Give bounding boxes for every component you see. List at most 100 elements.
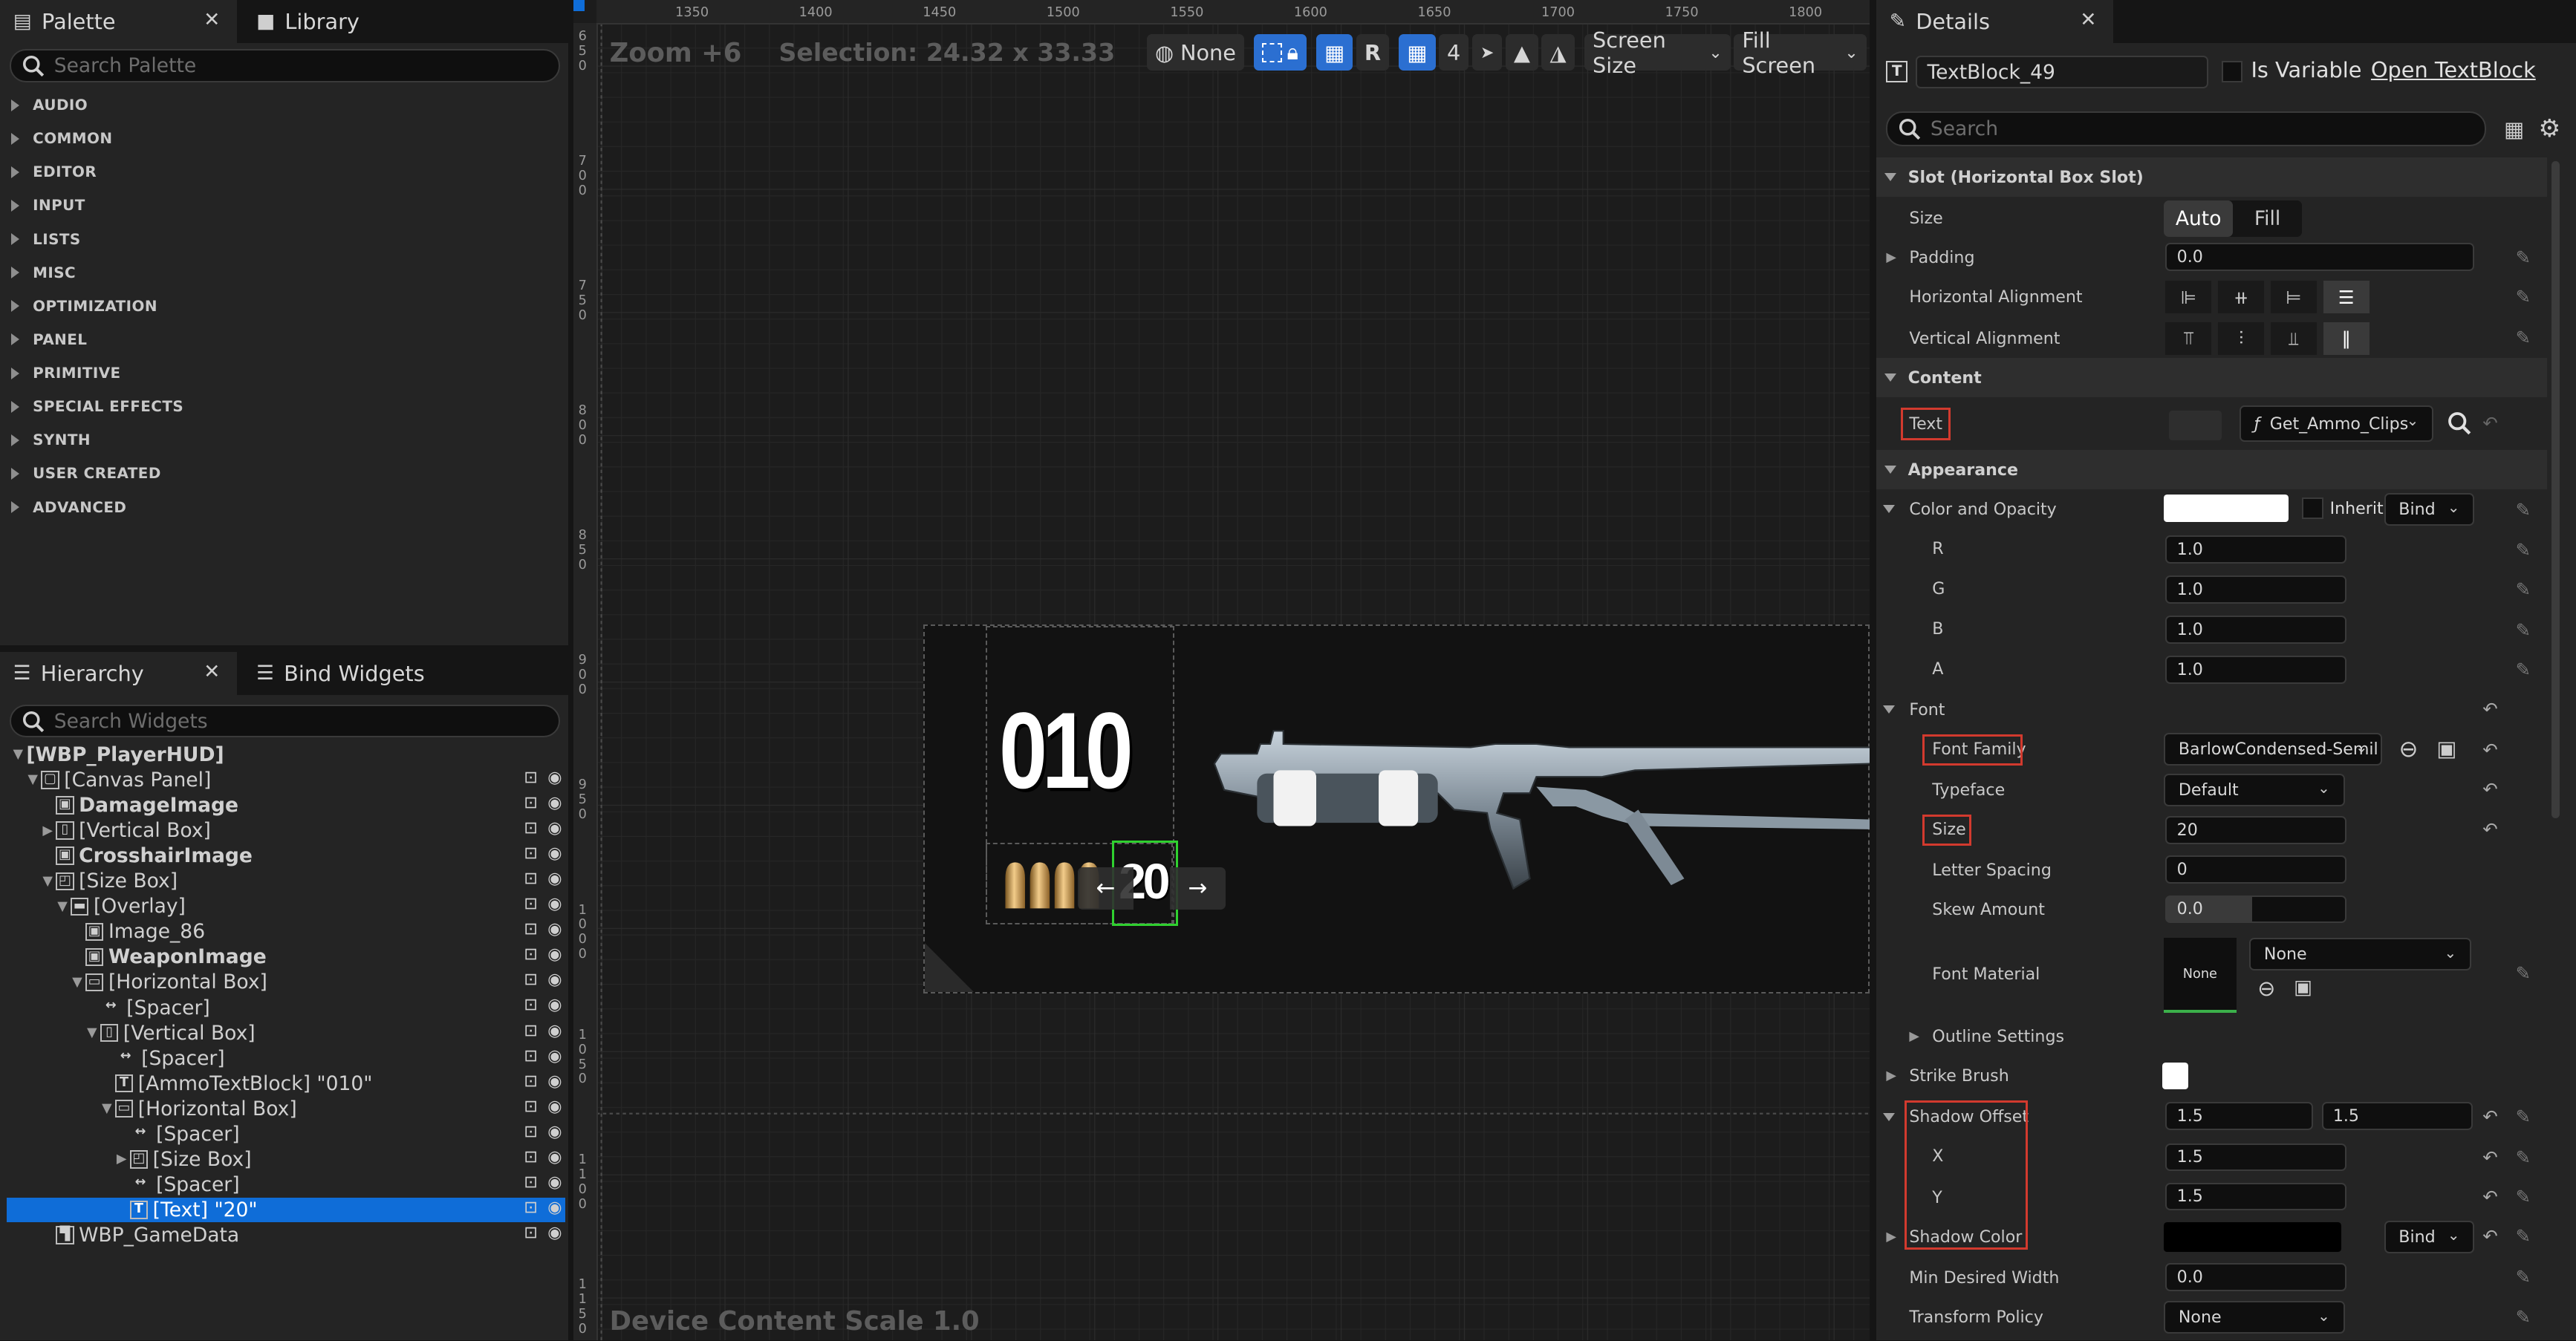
eye-icon[interactable]: ◉	[547, 894, 562, 913]
tree-expand-icon[interactable]: ▶	[39, 823, 56, 838]
tree-row[interactable]: ▣ Image_86 ⊡ ◉	[7, 919, 565, 944]
pin-icon[interactable]: ✎	[2516, 1225, 2531, 1247]
close-icon[interactable]: ✕	[2080, 8, 2096, 31]
eye-icon[interactable]: ◉	[547, 1021, 562, 1040]
tree-row[interactable]: ▜ WBP_GameData ⊡ ◉	[7, 1223, 565, 1247]
eye-icon[interactable]: ◉	[547, 1071, 562, 1091]
tree-row[interactable]: ↔ [Spacer] ⊡ ◉	[7, 1172, 565, 1197]
align-left-button[interactable]: ⊫	[2165, 281, 2212, 314]
pin-icon[interactable]: ✎	[2516, 659, 2531, 680]
color-bind-dropdown[interactable]: Bind ⌄	[2384, 492, 2475, 526]
unlock-icon[interactable]: ⊡	[524, 1198, 538, 1217]
color-b-field[interactable]: 1.0	[2165, 616, 2346, 644]
valign-bottom-button[interactable]: ⫫	[2270, 322, 2317, 355]
eye-icon[interactable]: ◉	[547, 793, 562, 812]
hierarchy-search-input[interactable]	[53, 709, 492, 733]
reset-icon[interactable]: ↶	[2482, 1146, 2497, 1168]
hierarchy-search[interactable]	[10, 704, 561, 738]
layout-button[interactable]: ▦	[1316, 34, 1353, 71]
tree-row[interactable]: ▼ ▢ [Canvas Panel] ⊡ ◉	[7, 768, 565, 792]
details-search-input[interactable]	[1930, 117, 2408, 141]
size-auto-button[interactable]: Auto	[2164, 200, 2234, 237]
palette-category[interactable]: INPUT	[0, 189, 567, 222]
expand-icon[interactable]: ▶	[1886, 250, 1896, 265]
table-view-icon[interactable]: ▦	[2504, 117, 2524, 142]
pin-icon[interactable]: ✎	[2516, 619, 2531, 641]
tree-expand-icon[interactable]: ▼	[25, 772, 41, 787]
unlock-icon[interactable]: ⊡	[524, 944, 538, 964]
details-search[interactable]	[1886, 111, 2486, 146]
unlock-icon[interactable]: ⊡	[524, 1147, 538, 1167]
image-mode-button[interactable]: ▲	[1505, 34, 1539, 71]
pin-icon[interactable]: ✎	[2516, 286, 2531, 307]
expand-icon[interactable]: ▶	[1886, 1068, 1896, 1083]
widget-name-field[interactable]: TextBlock_49	[1916, 56, 2208, 89]
reset-icon[interactable]: ↶	[2482, 1106, 2497, 1127]
reset-icon[interactable]: ↶	[2482, 412, 2497, 434]
is-variable-checkbox[interactable]	[2221, 60, 2243, 82]
tree-expand-icon[interactable]: ▼	[54, 899, 71, 914]
size-fill-button[interactable]: Fill	[2233, 200, 2302, 237]
browse-icon[interactable]: ⊖	[2257, 976, 2275, 1001]
unlock-icon[interactable]: ⊡	[524, 970, 538, 989]
move-left-button[interactable]: ←	[1077, 867, 1134, 910]
tab-details[interactable]: ✎ Details ✕	[1876, 0, 2113, 43]
pin-icon[interactable]: ✎	[2516, 247, 2531, 268]
palette-category[interactable]: AUDIO	[0, 88, 567, 121]
hud-preview[interactable]: 010 20 ← →	[923, 624, 1870, 994]
folder-search-icon[interactable]: ▣	[2436, 736, 2456, 761]
grid-snap-button[interactable]: ▦	[1399, 34, 1436, 71]
screen-size-dropdown[interactable]: Screen Size ⌄	[1584, 27, 1731, 78]
shadow-y-field[interactable]: 1.5	[2165, 1182, 2346, 1211]
reset-icon[interactable]: ↶	[2482, 818, 2497, 840]
letter-spacing-field[interactable]: 0	[2165, 855, 2346, 884]
browse-icon[interactable]: ⊖	[2399, 736, 2419, 763]
tree-row[interactable]: ▶ ◰ [Size Box] ⊡ ◉	[7, 1147, 565, 1172]
pin-icon[interactable]: ✎	[2516, 1106, 2531, 1127]
valign-top-button[interactable]: ⫪	[2165, 322, 2212, 355]
palette-category[interactable]: ADVANCED	[0, 491, 567, 523]
align-right-button[interactable]: ⊨	[2270, 281, 2317, 314]
tree-expand-icon[interactable]: ▼	[84, 1025, 100, 1040]
unlock-icon[interactable]: ⊡	[524, 793, 538, 812]
tree-row[interactable]: ▼ ▬ [Overlay] ⊡ ◉	[7, 894, 565, 919]
pin-icon[interactable]: ✎	[2516, 499, 2531, 521]
fill-screen-dropdown[interactable]: Fill Screen ⌄	[1734, 27, 1867, 78]
tree-row[interactable]: ▼ ▭ [Horizontal Box] ⊡ ◉	[7, 970, 565, 994]
eye-icon[interactable]: ◉	[547, 944, 562, 964]
eye-icon[interactable]: ◉	[547, 818, 562, 838]
shadow-bind-dropdown[interactable]: Bind ⌄	[2384, 1220, 2475, 1253]
unlock-icon[interactable]: ⊡	[524, 995, 538, 1014]
tree-expand-icon[interactable]: ▼	[39, 874, 56, 889]
reset-icon[interactable]: ↶	[2482, 778, 2497, 800]
eye-icon[interactable]: ◉	[547, 1122, 562, 1141]
font-material-thumbnail[interactable]: None	[2164, 938, 2237, 1014]
font-size-field[interactable]: 20	[2165, 816, 2346, 844]
palette-category[interactable]: MISC	[0, 256, 567, 289]
unlock-icon[interactable]: ⊡	[524, 1122, 538, 1141]
typeface-dropdown[interactable]: Default ⌄	[2164, 773, 2345, 807]
align-center-button[interactable]: ⧺	[2218, 281, 2265, 314]
eye-icon[interactable]: ◉	[547, 1147, 562, 1167]
tree-row[interactable]: ▼ ▭ [Horizontal Box] ⊡ ◉	[7, 1097, 565, 1121]
unlock-icon[interactable]: ⊡	[524, 894, 538, 913]
eye-icon[interactable]: ◉	[547, 1097, 562, 1116]
expand-icon[interactable]: ▶	[1909, 1029, 1919, 1044]
unlock-icon[interactable]: ⊡	[524, 1021, 538, 1040]
tree-row[interactable]: ↔ [Spacer] ⊡ ◉	[7, 995, 565, 1019]
tree-row[interactable]: ▣ CrosshairImage ⊡ ◉	[7, 844, 565, 868]
eye-icon[interactable]: ◉	[547, 1198, 562, 1217]
font-family-dropdown[interactable]: BarlowCondensed-Semil ⌄	[2164, 732, 2383, 766]
reset-icon[interactable]: ↶	[2482, 698, 2497, 720]
tree-row[interactable]: ▼ ▯ [Vertical Box] ⊡ ◉	[7, 1021, 565, 1045]
palette-category[interactable]: OPTIMIZATION	[0, 290, 567, 322]
expand-icon[interactable]	[1882, 705, 1895, 714]
eye-icon[interactable]: ◉	[547, 995, 562, 1014]
tree-row[interactable]: ↔ [Spacer] ⊡ ◉	[7, 1122, 565, 1146]
min-width-field[interactable]: 0.0	[2165, 1263, 2346, 1291]
search-icon[interactable]	[2447, 411, 2471, 435]
tree-row[interactable]: ▶ ▯ [Vertical Box] ⊡ ◉	[7, 818, 565, 843]
eye-icon[interactable]: ◉	[547, 869, 562, 888]
eye-icon[interactable]: ◉	[547, 1046, 562, 1066]
unlock-icon[interactable]: ⊡	[524, 818, 538, 838]
